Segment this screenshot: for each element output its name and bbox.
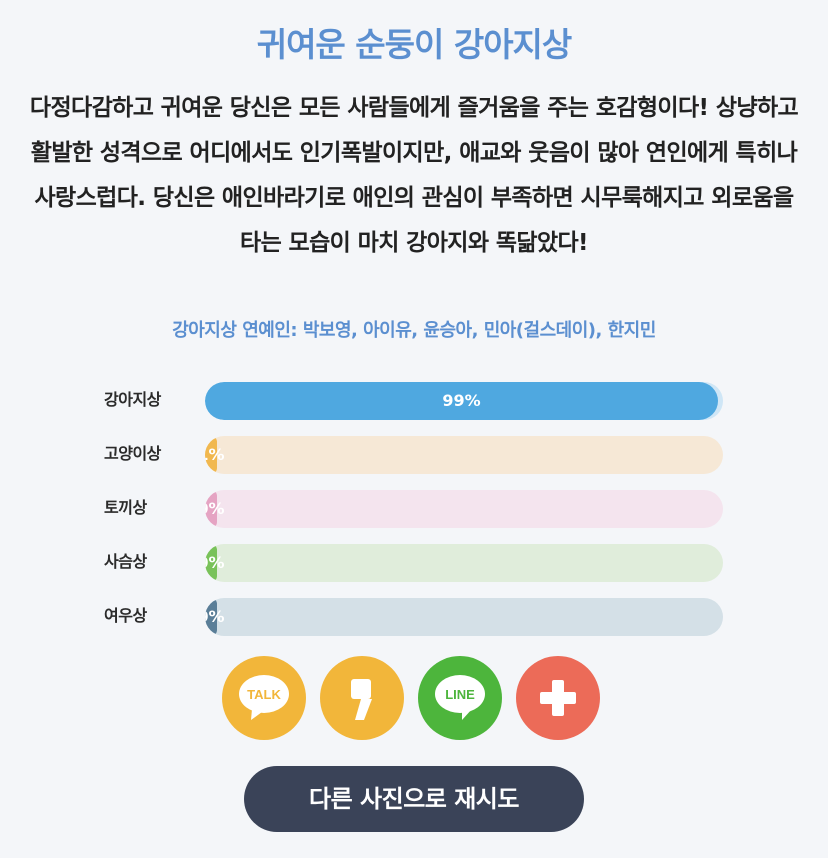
bar-row-deer: 사슴상 0% — [0, 542, 828, 582]
bar-row-fox: 여우상 0% — [0, 596, 828, 636]
bar-track: 0% — [205, 598, 723, 636]
retry-button[interactable]: 다른 사진으로 재시도 — [244, 766, 584, 832]
line-share-button[interactable]: LINE — [418, 656, 502, 740]
bar-track: 0% — [205, 490, 723, 528]
more-share-button[interactable] — [516, 656, 600, 740]
bar-percent: 0% — [205, 499, 225, 518]
kakaotalk-icon: TALK — [222, 656, 306, 740]
bar-track: 1% — [205, 436, 723, 474]
line-icon-text: LINE — [445, 687, 475, 702]
bar-percent: 1% — [205, 445, 225, 464]
result-description: 다정다감하고 귀여운 당신은 모든 사람들에게 즐거움을 주는 호감형이다! 상… — [29, 95, 799, 256]
result-title: 귀여운 순둥이 강아지상 — [256, 25, 573, 64]
celebrity-list: 강아지상 연예인: 박보영, 아이유, 윤승아, 민아(걸스데이), 한지민 — [172, 320, 656, 341]
kakaotalk-icon-text: TALK — [247, 687, 281, 702]
bar-percent: 0% — [205, 607, 225, 626]
kakaostory-share-button[interactable] — [320, 656, 404, 740]
bar-percent: 0% — [205, 553, 225, 572]
bar-row-rabbit: 토끼상 0% — [0, 488, 828, 528]
kakaotalk-share-button[interactable]: TALK — [222, 656, 306, 740]
bar-track: 99% — [205, 382, 723, 420]
bar-row-cat: 고양이상 1% — [0, 434, 828, 474]
line-icon: LINE — [418, 656, 502, 740]
plus-icon — [516, 656, 600, 740]
bar-track: 0% — [205, 544, 723, 582]
bar-row-dog: 강아지상 99% — [0, 380, 828, 420]
bar-label: 여우상 — [104, 606, 147, 625]
bar-label: 사슴상 — [104, 552, 147, 571]
bar-label: 강아지상 — [104, 390, 161, 409]
bar-label: 고양이상 — [104, 444, 161, 463]
share-buttons: TALK LINE — [0, 656, 828, 740]
bar-label: 토끼상 — [104, 498, 147, 517]
bar-percent: 99% — [442, 391, 481, 410]
kakaostory-icon — [320, 656, 404, 740]
